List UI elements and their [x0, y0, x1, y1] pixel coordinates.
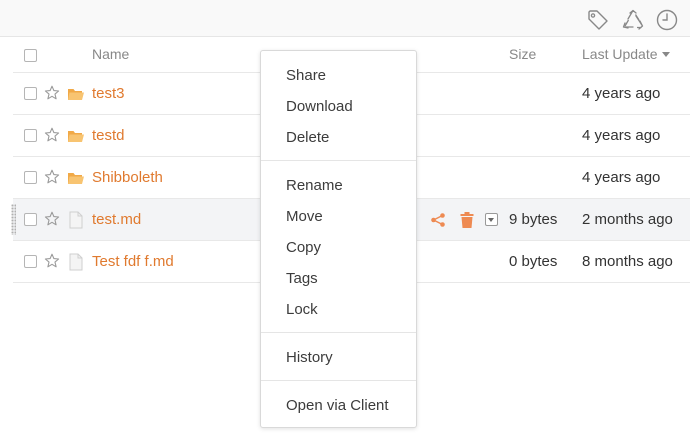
file-name-link[interactable]: testd	[92, 127, 125, 144]
file-size: 9 bytes	[509, 211, 558, 228]
file-name-link[interactable]: Shibboleth	[92, 169, 163, 186]
menu-item-lock[interactable]: Lock	[261, 296, 416, 324]
column-header-last-update[interactable]: Last Update	[582, 46, 670, 62]
history-clock-icon[interactable]	[656, 9, 678, 31]
file-name-link[interactable]: Test fdf f.md	[92, 253, 174, 270]
star-icon[interactable]	[44, 169, 60, 185]
menu-item-history[interactable]: History	[261, 344, 416, 372]
tag-icon[interactable]	[587, 9, 609, 31]
menu-item-share[interactable]: Share	[261, 62, 416, 90]
row-checkbox[interactable]	[24, 171, 37, 184]
file-icon	[67, 253, 85, 271]
row-checkbox[interactable]	[24, 87, 37, 100]
file-last-update: 4 years ago	[582, 127, 661, 144]
trash-icon[interactable]	[458, 211, 476, 229]
menu-item-download[interactable]: Download	[261, 93, 416, 121]
file-size: 0 bytes	[509, 253, 558, 270]
file-last-update: 4 years ago	[582, 169, 661, 186]
file-last-update: 8 months ago	[582, 253, 673, 270]
top-toolbar	[0, 0, 690, 37]
file-last-update: 4 years ago	[582, 85, 661, 102]
menu-item-delete[interactable]: Delete	[261, 124, 416, 152]
column-header-name[interactable]: Name	[92, 46, 129, 62]
select-all-checkbox[interactable]	[24, 49, 37, 62]
row-checkbox[interactable]	[24, 255, 37, 268]
file-name-link[interactable]: test.md	[92, 211, 141, 228]
menu-divider	[261, 380, 416, 381]
star-icon[interactable]	[44, 127, 60, 143]
file-name-link[interactable]: test3	[92, 85, 125, 102]
folder-icon	[67, 169, 85, 187]
drag-handle[interactable]	[11, 204, 16, 235]
star-icon[interactable]	[44, 253, 60, 269]
menu-item-rename[interactable]: Rename	[261, 172, 416, 200]
menu-item-tags[interactable]: Tags	[261, 265, 416, 293]
star-icon[interactable]	[44, 211, 60, 227]
folder-icon	[67, 85, 85, 103]
row-checkbox[interactable]	[24, 129, 37, 142]
context-menu: Share Download Delete Rename Move Copy T…	[260, 50, 417, 428]
sort-caret-icon	[661, 52, 670, 57]
menu-item-move[interactable]: Move	[261, 203, 416, 231]
share-icon[interactable]	[429, 211, 447, 229]
file-icon	[67, 211, 85, 229]
recycle-icon[interactable]	[622, 9, 644, 31]
menu-divider	[261, 160, 416, 161]
menu-divider	[261, 332, 416, 333]
menu-item-copy[interactable]: Copy	[261, 234, 416, 262]
row-checkbox[interactable]	[24, 213, 37, 226]
more-options-dropdown-icon[interactable]	[485, 213, 498, 226]
file-last-update: 2 months ago	[582, 211, 673, 228]
menu-item-open-via-client[interactable]: Open via Client	[261, 392, 416, 420]
star-icon[interactable]	[44, 85, 60, 101]
folder-icon	[67, 127, 85, 145]
column-header-last-update-label: Last Update	[582, 46, 658, 62]
column-header-size[interactable]: Size	[509, 46, 536, 62]
